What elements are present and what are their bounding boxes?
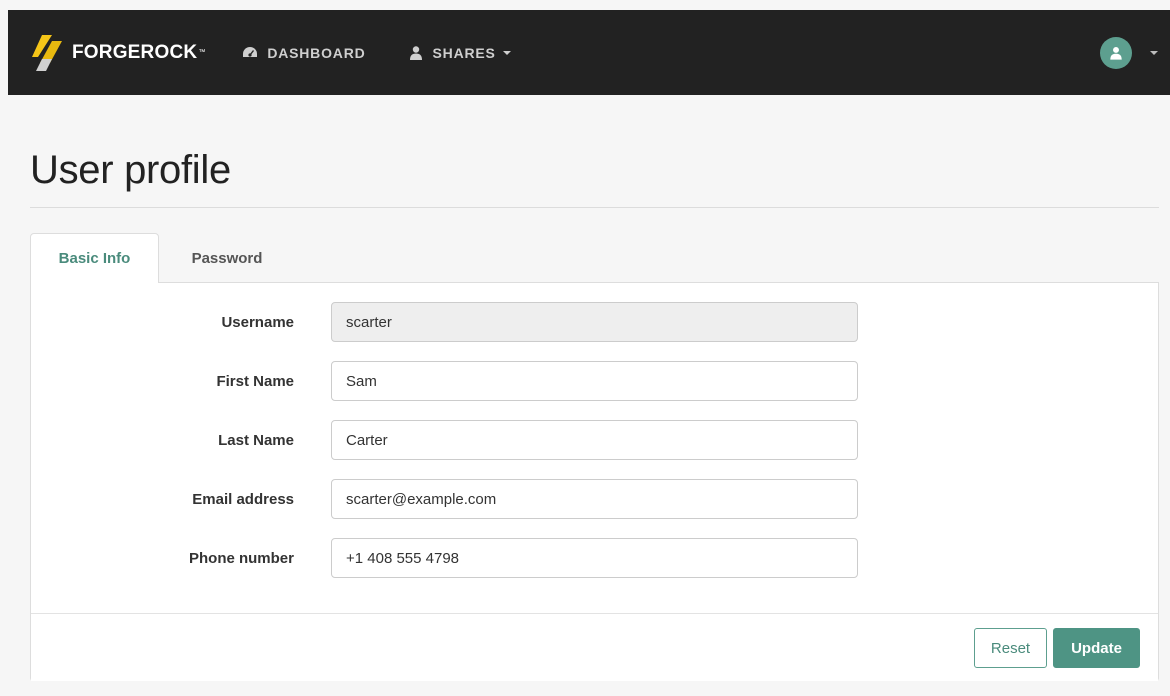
email-field[interactable] <box>331 479 858 519</box>
brand-trademark: ™ <box>198 49 206 56</box>
form-row-first-name: First Name <box>31 361 1158 401</box>
top-navbar: FORGEROCK ™ DASHBOARD SHARES <box>8 10 1170 95</box>
brand-name: FORGEROCK <box>72 41 198 63</box>
last-name-field[interactable] <box>331 420 858 460</box>
user-icon <box>409 45 422 60</box>
tab-basic-info[interactable]: Basic Info <box>30 233 159 283</box>
chevron-down-icon <box>502 50 511 55</box>
page-title: User profile <box>30 148 231 192</box>
user-menu-toggle[interactable] <box>1100 10 1158 95</box>
first-name-label: First Name <box>216 372 294 390</box>
form-row-email: Email address <box>31 479 1158 519</box>
form-footer: Reset Update <box>31 613 1158 681</box>
first-name-field[interactable] <box>331 361 858 401</box>
brand-logo[interactable]: FORGEROCK ™ <box>30 10 205 95</box>
phone-field[interactable] <box>331 538 858 578</box>
nav-item-shares-label: SHARES <box>432 44 496 61</box>
form-row-username: Username <box>31 302 1158 342</box>
reset-button[interactable]: Reset <box>974 628 1047 668</box>
form-row-last-name: Last Name <box>31 420 1158 460</box>
avatar <box>1100 36 1132 69</box>
nav-item-dashboard[interactable]: DASHBOARD <box>242 10 365 95</box>
header-divider <box>30 207 1159 208</box>
chevron-down-icon <box>1150 50 1158 55</box>
username-field <box>331 302 858 342</box>
forgerock-logo-icon <box>32 34 62 71</box>
tab-password[interactable]: Password <box>160 233 294 283</box>
profile-form-panel: Username First Name Last Name Email addr… <box>30 282 1159 681</box>
form-row-phone: Phone number <box>31 538 1158 578</box>
update-button[interactable]: Update <box>1053 628 1140 668</box>
phone-label: Phone number <box>188 549 294 567</box>
dashboard-icon <box>243 46 258 57</box>
email-label: Email address <box>192 490 294 508</box>
nav-item-dashboard-label: DASHBOARD <box>267 44 366 61</box>
username-label: Username <box>221 313 294 331</box>
nav-item-shares[interactable]: SHARES <box>408 10 511 95</box>
last-name-label: Last Name <box>218 431 294 449</box>
user-avatar-icon <box>1110 46 1122 60</box>
page: FORGEROCK ™ DASHBOARD SHARES User profil… <box>0 0 1170 696</box>
